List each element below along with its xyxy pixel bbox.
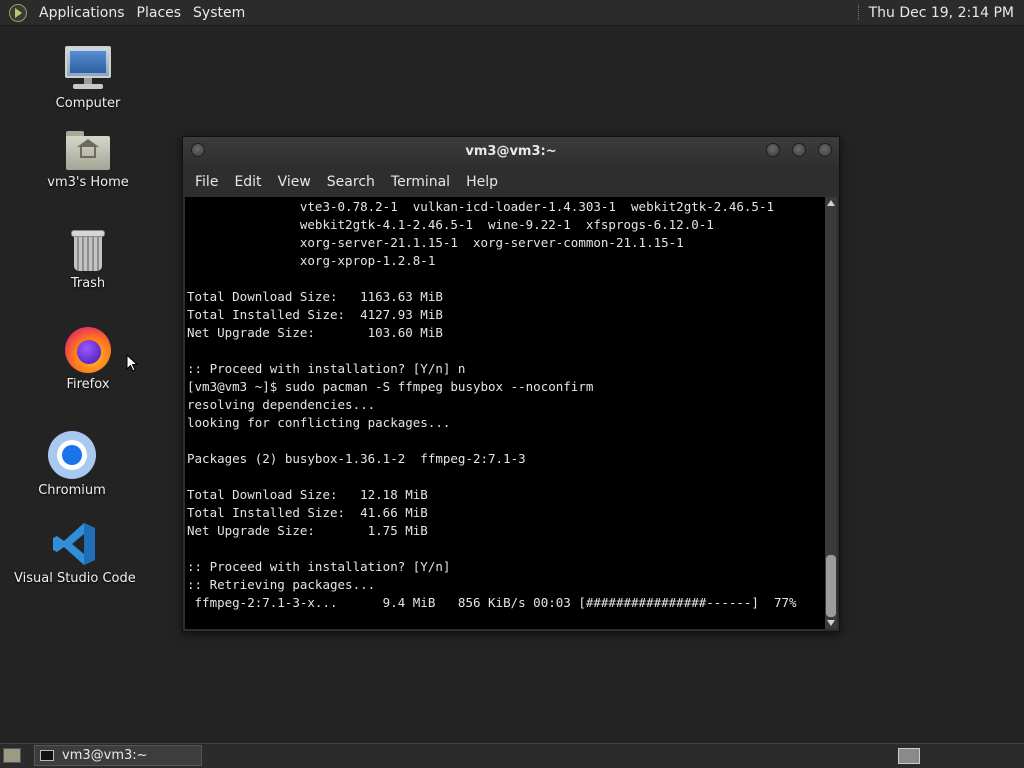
terminal-line: xorg-xprop-1.2.8-1 [187, 253, 436, 268]
desktop-icon-label: Visual Studio Code [14, 571, 136, 586]
terminal-scrollbar[interactable] [825, 197, 837, 629]
distro-logo-icon[interactable] [9, 3, 27, 22]
scroll-down-arrow-icon[interactable] [827, 620, 835, 626]
terminal-line: [vm3@vm3 ~]$ sudo pacman -S ffmpeg busyb… [187, 379, 594, 394]
workspace-switcher[interactable] [898, 748, 920, 764]
desktop-icon-label: vm3's Home [47, 175, 129, 190]
terminal-line: Total Download Size: 1163.63 MiB [187, 289, 443, 304]
menu-terminal[interactable]: Terminal [383, 174, 458, 190]
terminal-line: Net Upgrade Size: 1.75 MiB [187, 523, 428, 538]
bottom-panel: vm3@vm3:~ [0, 743, 1024, 768]
terminal-line: xorg-server-21.1.15-1 xorg-server-common… [187, 235, 684, 250]
terminal-line: resolving dependencies... [187, 397, 376, 412]
terminal-window[interactable]: vm3@vm3:~ File Edit View Search Terminal… [182, 136, 840, 632]
taskbar-window-label: vm3@vm3:~ [62, 748, 148, 763]
clock[interactable]: Thu Dec 19, 2:14 PM [869, 5, 1024, 21]
terminal-line: Total Download Size: 12.18 MiB [187, 487, 428, 502]
terminal-line: vte3-0.78.2-1 vulkan-icd-loader-1.4.303-… [187, 199, 774, 214]
computer-icon [65, 46, 111, 92]
terminal-line: Packages (2) busybox-1.36.1-2 ffmpeg-2:7… [187, 451, 526, 466]
scrollbar-thumb[interactable] [826, 555, 836, 617]
desktop-icon-home[interactable]: vm3's Home [38, 131, 138, 190]
desktop-icon-label: Trash [70, 276, 106, 291]
close-button[interactable] [818, 143, 832, 157]
terminal-line: Total Installed Size: 4127.93 MiB [187, 307, 443, 322]
window-titlebar[interactable]: vm3@vm3:~ [183, 137, 839, 167]
terminal-line: webkit2gtk-4.1-2.46.5-1 wine-9.22-1 xfsp… [187, 217, 714, 232]
chromium-icon [48, 431, 96, 479]
menu-system[interactable]: System [187, 5, 251, 21]
terminal-line: :: Proceed with installation? [Y/n] [187, 559, 451, 574]
home-folder-icon [66, 131, 110, 171]
clock-area: Thu Dec 19, 2:14 PM [857, 0, 1024, 25]
firefox-icon [65, 327, 111, 373]
terminal-line: :: Proceed with installation? [Y/n] n [187, 361, 466, 376]
desktop-icon-firefox[interactable]: Firefox [48, 327, 128, 392]
mouse-cursor-icon [126, 354, 138, 372]
menu-view[interactable]: View [270, 174, 319, 190]
top-panel: Applications Places System Thu Dec 19, 2… [0, 0, 1024, 26]
terminal-line: Net Upgrade Size: 103.60 MiB [187, 325, 443, 340]
menu-applications[interactable]: Applications [33, 5, 131, 21]
minimize-button[interactable] [766, 143, 780, 157]
menu-places[interactable]: Places [131, 5, 188, 21]
vscode-icon [51, 521, 97, 567]
terminal-line: :: Retrieving packages... [187, 577, 376, 592]
desktop-icon-vscode[interactable]: Visual Studio Code [14, 521, 136, 586]
menu-file[interactable]: File [187, 174, 226, 190]
panel-separator [857, 5, 861, 20]
desktop-icon-trash[interactable]: Trash [48, 230, 128, 291]
menu-edit[interactable]: Edit [226, 174, 269, 190]
window-title: vm3@vm3:~ [465, 144, 557, 159]
desktop-icon-label: Firefox [66, 377, 110, 392]
terminal-output[interactable]: vte3-0.78.2-1 vulkan-icd-loader-1.4.303-… [185, 197, 827, 629]
terminal-line: ffmpeg-2:7.1-3-x... 9.4 MiB 856 KiB/s 00… [187, 595, 797, 610]
terminal-line: looking for conflicting packages... [187, 415, 451, 430]
taskbar-window-button[interactable]: vm3@vm3:~ [34, 745, 202, 766]
maximize-button[interactable] [792, 143, 806, 157]
desktop-icon-chromium[interactable]: Chromium [32, 431, 112, 498]
desktop-icon-computer[interactable]: Computer [48, 46, 128, 111]
show-desktop-icon[interactable] [3, 748, 21, 763]
menu-search[interactable]: Search [319, 174, 383, 190]
scroll-up-arrow-icon[interactable] [827, 200, 835, 206]
terminal-app-icon [40, 750, 54, 761]
desktop-icon-label: Chromium [38, 483, 106, 498]
menu-help[interactable]: Help [458, 174, 506, 190]
trash-icon [71, 230, 105, 272]
terminal-menubar: File Edit View Search Terminal Help [183, 169, 839, 195]
terminal-line: Total Installed Size: 41.66 MiB [187, 505, 428, 520]
desktop-icon-label: Computer [55, 96, 121, 111]
